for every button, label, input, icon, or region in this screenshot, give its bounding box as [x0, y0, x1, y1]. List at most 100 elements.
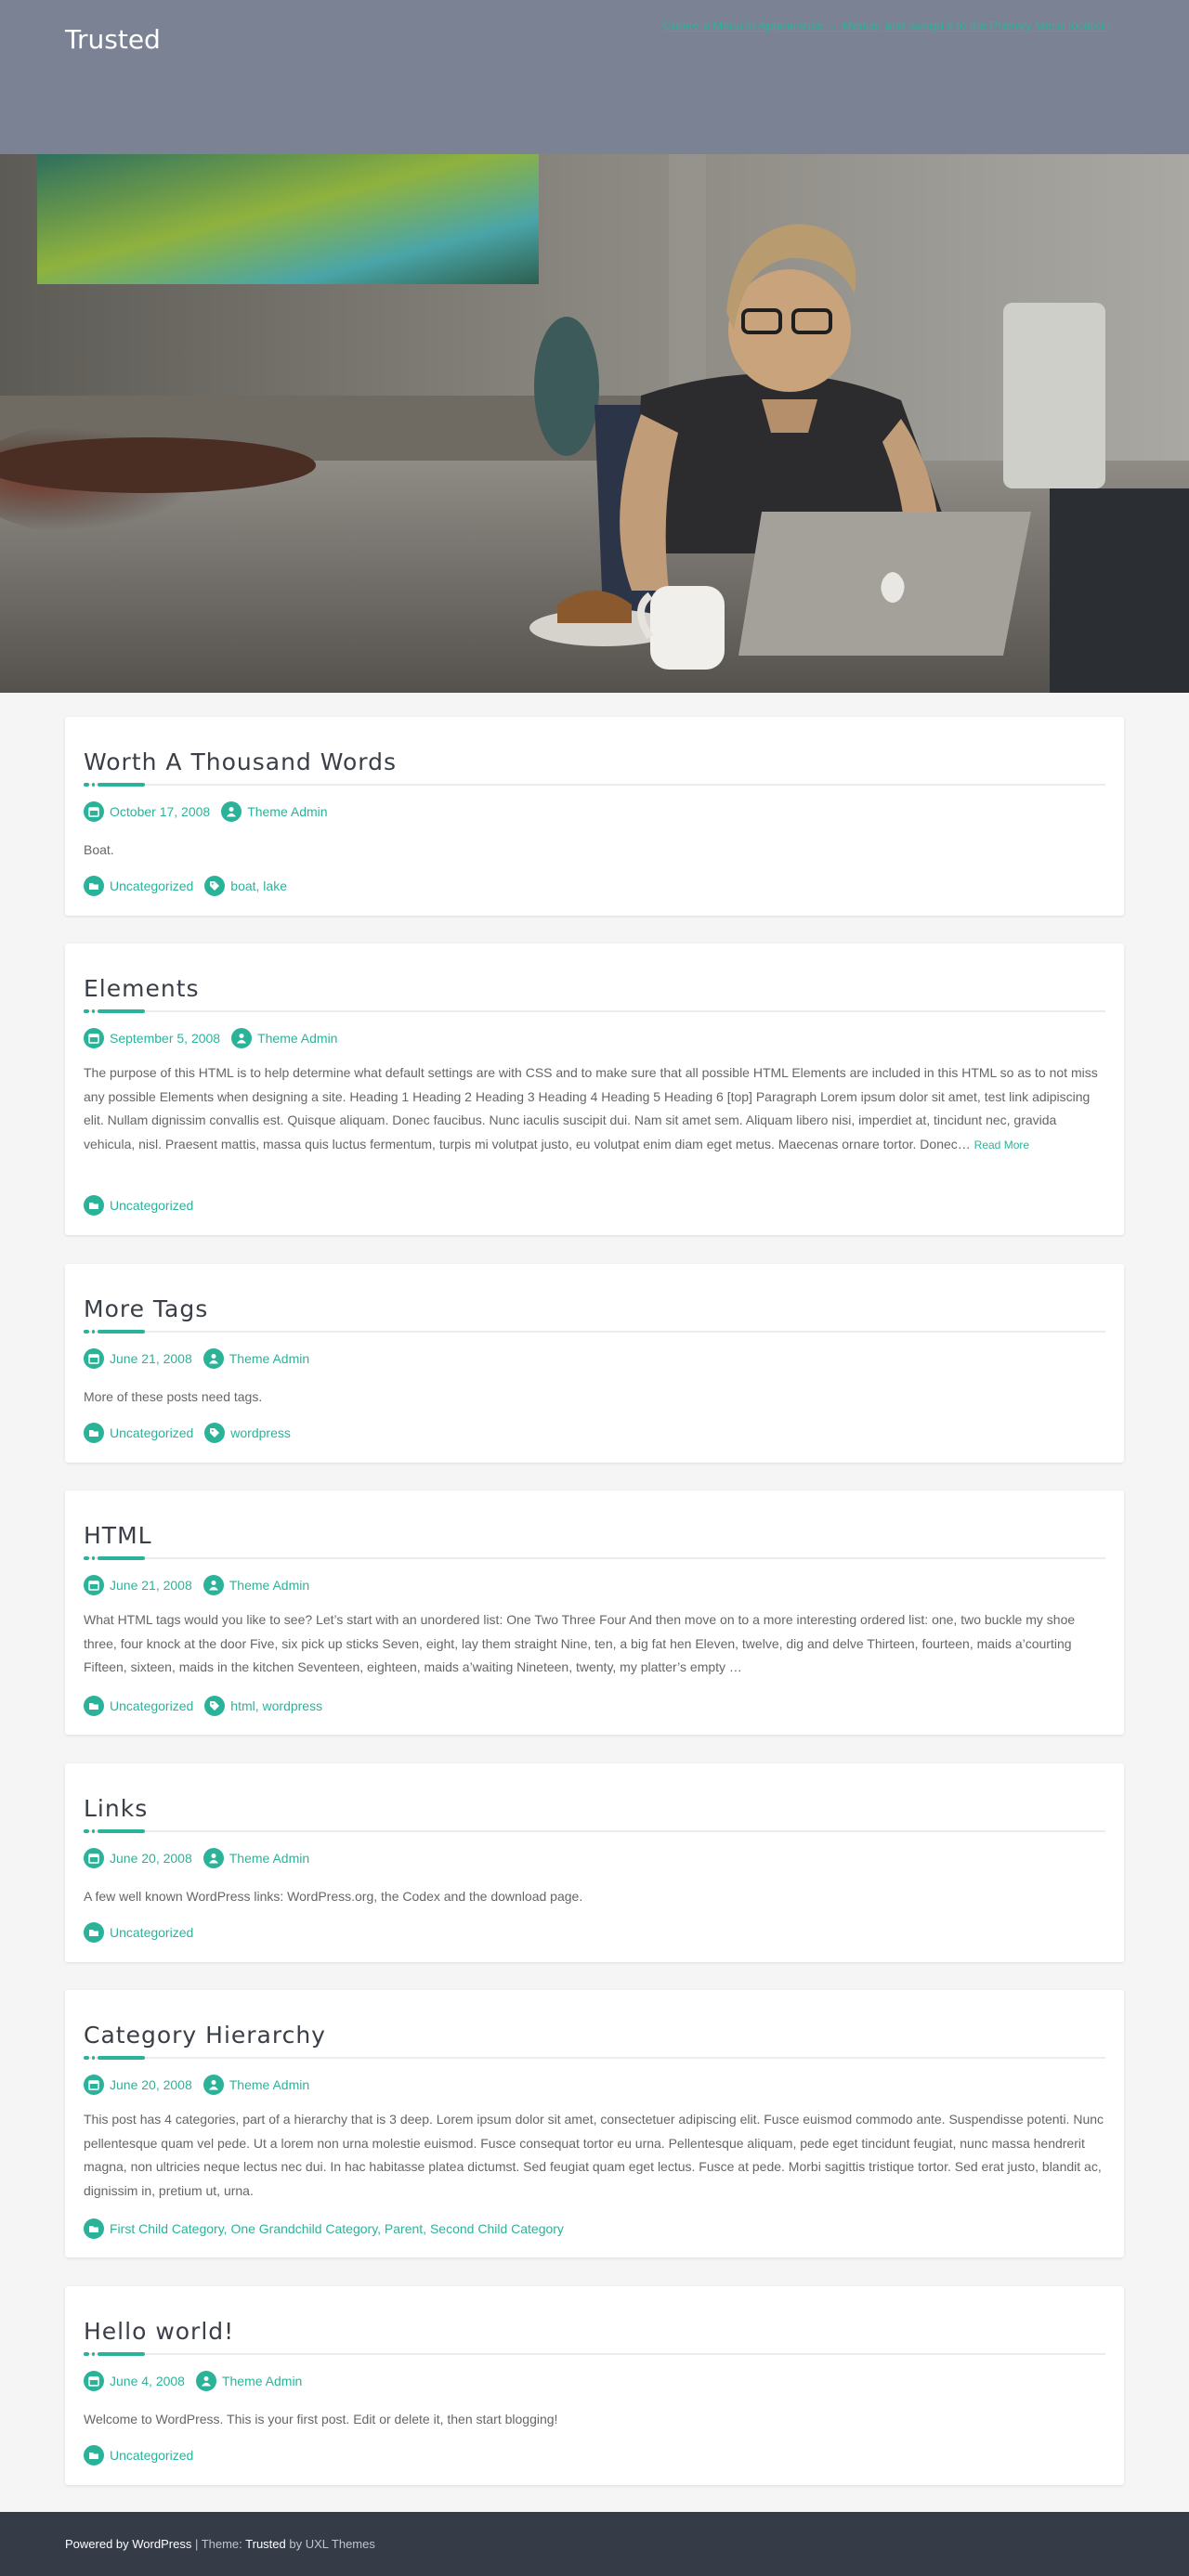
read-more-link[interactable]: Read More	[974, 1138, 1029, 1151]
calendar-icon	[84, 1848, 104, 1868]
theme-link[interactable]: Trusted	[245, 2537, 286, 2551]
post-date[interactable]: October 17, 2008	[84, 801, 210, 822]
post-categories-text[interactable]: Uncategorized	[110, 1698, 193, 1713]
title-divider	[84, 2353, 1105, 2355]
post-excerpt: A few well known WordPress links: WordPr…	[84, 1885, 1105, 1909]
post-categories-text[interactable]: First Child Category, One Grandchild Cat…	[110, 2221, 564, 2236]
post-date-text[interactable]: June 20, 2008	[110, 2077, 192, 2092]
folder-icon	[84, 1922, 104, 1943]
excerpt-text: More of these posts need tags.	[84, 1389, 263, 1404]
post-categories-text[interactable]: Uncategorized	[110, 1198, 193, 1213]
post-date[interactable]: September 5, 2008	[84, 1028, 220, 1048]
hero-photo	[0, 154, 1189, 693]
post-categories[interactable]: Uncategorized	[84, 1922, 193, 1943]
calendar-icon	[84, 1348, 104, 1369]
theme-author-link[interactable]: UXL Themes	[306, 2537, 375, 2551]
post-title[interactable]: Elements	[84, 975, 200, 1002]
post-author[interactable]: Theme Admin	[203, 2075, 309, 2095]
post-tags-text[interactable]: wordpress	[230, 1425, 291, 1440]
folder-icon	[84, 2445, 104, 2465]
post-tags-text[interactable]: boat, lake	[230, 878, 287, 893]
post-date-text[interactable]: September 5, 2008	[110, 1031, 220, 1046]
post-meta: June 21, 2008 Theme Admin	[84, 1347, 320, 1370]
footer-credits: Powered by WordPress | Theme: Trusted by…	[65, 2537, 375, 2551]
primary-menu-notice-link[interactable]: Create a Menu in Appearance → Menus, and…	[663, 19, 1110, 33]
footer-by: by	[285, 2537, 306, 2551]
post-author[interactable]: Theme Admin	[221, 801, 328, 822]
post-author-text[interactable]: Theme Admin	[247, 804, 327, 819]
post-categories[interactable]: Uncategorized	[84, 2445, 193, 2465]
post-taxonomy: Uncategorized	[84, 2444, 204, 2466]
post-categories-text[interactable]: Uncategorized	[110, 1925, 193, 1940]
post-author-text[interactable]: Theme Admin	[222, 2374, 302, 2388]
post-tags[interactable]: wordpress	[204, 1423, 291, 1443]
excerpt-text: What HTML tags would you like to see? Le…	[84, 1612, 1076, 1674]
wordpress-link[interactable]: Powered by WordPress	[65, 2537, 191, 2551]
post-author-text[interactable]: Theme Admin	[229, 1351, 309, 1366]
post-author-text[interactable]: Theme Admin	[229, 1851, 309, 1866]
post-excerpt: Welcome to WordPress. This is your first…	[84, 2408, 1105, 2432]
post-meta: June 4, 2008 Theme Admin	[84, 2370, 313, 2392]
post-meta: October 17, 2008 Theme Admin	[84, 800, 339, 823]
post-tags[interactable]: boat, lake	[204, 876, 287, 896]
post-date-text[interactable]: June 4, 2008	[110, 2374, 185, 2388]
post-author-text[interactable]: Theme Admin	[229, 1578, 309, 1593]
post-date[interactable]: June 21, 2008	[84, 1575, 192, 1595]
post-categories[interactable]: First Child Category, One Grandchild Cat…	[84, 2218, 564, 2239]
folder-icon	[84, 1195, 104, 1216]
post-categories-text[interactable]: Uncategorized	[110, 2448, 193, 2463]
post-author[interactable]: Theme Admin	[195, 2371, 302, 2391]
user-icon	[231, 1028, 253, 1048]
title-divider	[84, 1830, 1105, 1832]
title-divider	[84, 1010, 1105, 1012]
post-categories[interactable]: Uncategorized	[84, 876, 193, 896]
post-meta: September 5, 2008 Theme Admin	[84, 1027, 348, 1049]
post-categories[interactable]: Uncategorized	[84, 1696, 193, 1716]
post-author-text[interactable]: Theme Admin	[257, 1031, 337, 1046]
title-accent	[84, 1009, 145, 1014]
post-author[interactable]: Theme Admin	[203, 1848, 309, 1868]
post-author[interactable]: Theme Admin	[203, 1575, 309, 1595]
post-card: Category Hierarchy June 20, 2008 Theme A…	[65, 1990, 1124, 2257]
post-title[interactable]: More Tags	[84, 1295, 208, 1322]
excerpt-text: Welcome to WordPress. This is your first…	[84, 2412, 558, 2426]
post-date-text[interactable]: June 21, 2008	[110, 1578, 192, 1593]
tag-icon	[204, 876, 226, 896]
post-categories[interactable]: Uncategorized	[84, 1195, 193, 1216]
post-excerpt: Boat.	[84, 839, 1105, 863]
post-categories-text[interactable]: Uncategorized	[110, 878, 193, 893]
post-title[interactable]: Worth A Thousand Words	[84, 748, 397, 775]
calendar-icon	[84, 1028, 104, 1048]
post-tags[interactable]: html, wordpress	[204, 1696, 322, 1716]
post-title[interactable]: Links	[84, 1795, 148, 1822]
post-categories-text[interactable]: Uncategorized	[110, 1425, 193, 1440]
title-accent	[84, 2352, 145, 2357]
folder-icon	[84, 1423, 104, 1443]
post-date-text[interactable]: June 20, 2008	[110, 1851, 192, 1866]
post-date[interactable]: June 20, 2008	[84, 1848, 192, 1868]
calendar-icon	[84, 2371, 104, 2391]
post-date-text[interactable]: October 17, 2008	[110, 804, 210, 819]
post-categories[interactable]: Uncategorized	[84, 1423, 193, 1443]
post-date[interactable]: June 20, 2008	[84, 2075, 192, 2095]
calendar-icon	[84, 1575, 104, 1595]
post-excerpt: More of these posts need tags.	[84, 1386, 1105, 1410]
post-card: Links June 20, 2008 Theme Admin A few we…	[65, 1763, 1124, 1962]
post-date-text[interactable]: June 21, 2008	[110, 1351, 192, 1366]
post-taxonomy: First Child Category, One Grandchild Cat…	[84, 2218, 575, 2240]
post-author-text[interactable]: Theme Admin	[229, 2077, 309, 2092]
post-title[interactable]: Hello world!	[84, 2318, 234, 2345]
post-date[interactable]: June 4, 2008	[84, 2371, 185, 2391]
post-tags-text[interactable]: html, wordpress	[230, 1698, 322, 1713]
post-meta: June 20, 2008 Theme Admin	[84, 2074, 320, 2096]
site-title[interactable]: Trusted	[65, 24, 161, 55]
post-excerpt: The purpose of this HTML is to help dete…	[84, 1061, 1105, 1157]
folder-icon	[84, 2218, 104, 2239]
post-author[interactable]: Theme Admin	[203, 1348, 309, 1369]
post-title[interactable]: HTML	[84, 1522, 152, 1549]
post-excerpt: This post has 4 categories, part of a hi…	[84, 2108, 1105, 2203]
post-title[interactable]: Category Hierarchy	[84, 2022, 326, 2049]
post-card: Hello world! June 4, 2008 Theme Admin We…	[65, 2286, 1124, 2485]
post-author[interactable]: Theme Admin	[231, 1028, 337, 1048]
post-date[interactable]: June 21, 2008	[84, 1348, 192, 1369]
